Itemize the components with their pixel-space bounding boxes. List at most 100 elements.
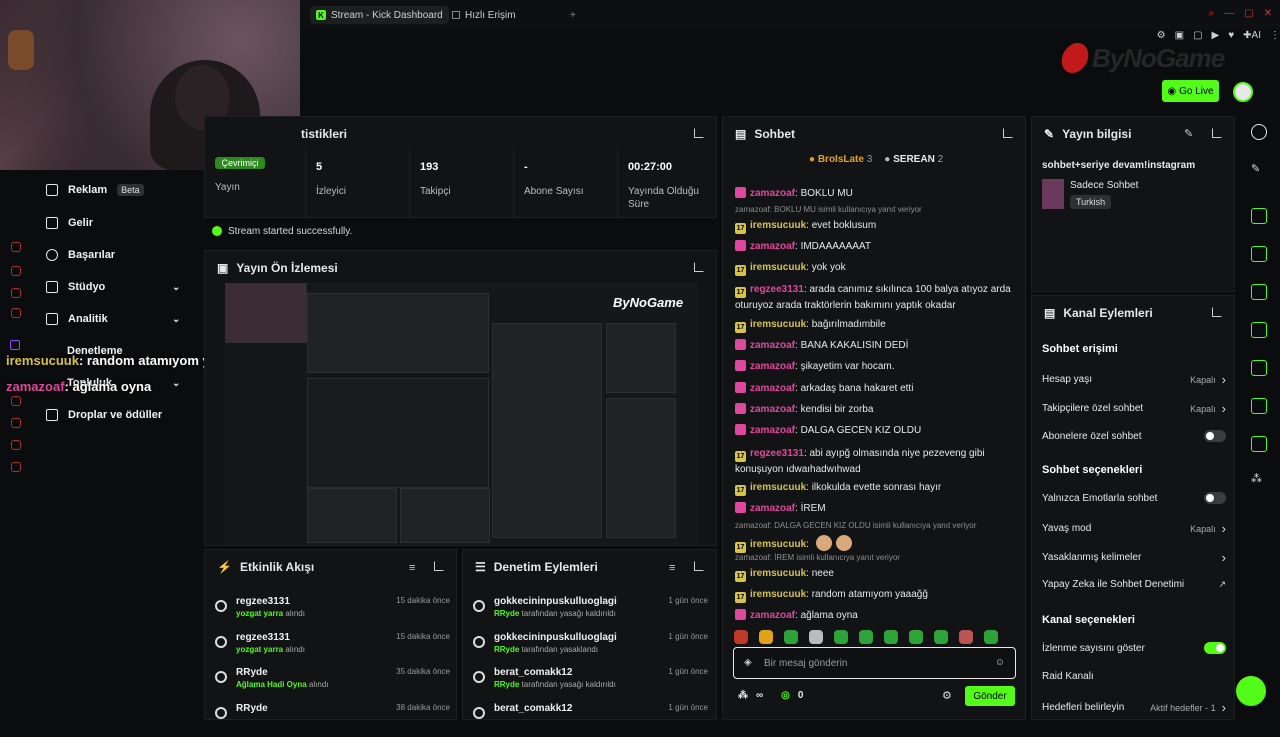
send-button[interactable]: Gönder (965, 686, 1015, 706)
setting-control[interactable]: Kapalı › (1190, 521, 1226, 536)
new-tab-button[interactable]: + (564, 6, 582, 24)
setting-row[interactable]: Yalnızca Emotlarla sohbet (1042, 492, 1226, 504)
pencil-icon[interactable]: ✎ (1251, 162, 1267, 178)
maximize-icon[interactable]: ▢ (1244, 8, 1253, 19)
chat-message[interactable]: zamazoaf: kendisi bir zorba (735, 402, 1020, 417)
search-icon[interactable]: ⌕ (1209, 8, 1215, 19)
popout-icon[interactable] (1212, 128, 1222, 138)
chat-message[interactable]: zamazoaf: şikayetim var hocam. (735, 359, 1020, 374)
avatar[interactable] (1233, 82, 1253, 102)
chat-username[interactable]: zamazoaf (750, 241, 795, 252)
twitch-icon[interactable] (10, 340, 20, 350)
rail-icon-6[interactable] (11, 418, 21, 428)
chat-message[interactable]: 17 iremsucuuk: ilkokulda evette sonrası h… (735, 480, 1020, 496)
popout-icon[interactable] (694, 128, 704, 138)
setting-row[interactable]: Yavaş mod Kapalı › (1042, 521, 1226, 536)
share-icon[interactable]: ⁂ (738, 690, 748, 701)
chat-message[interactable]: 17 iremsucuuk: bağırılmadımbile (735, 317, 1020, 333)
chat-username[interactable]: zamazoaf (750, 361, 795, 372)
emote-icon[interactable] (934, 630, 948, 644)
toggle-switch[interactable] (1204, 642, 1226, 654)
chat-message[interactable]: zamazoaf: arkadaş bana hakaret etti (735, 381, 1020, 396)
rail-icon-2[interactable] (11, 266, 21, 276)
stream-preview-video[interactable]: ByNoGame (225, 283, 698, 545)
filter-icon[interactable]: ≡ (669, 562, 675, 574)
code-icon[interactable] (1251, 360, 1267, 376)
help-chat-button[interactable] (1236, 676, 1266, 706)
emote-icon[interactable] (759, 630, 773, 644)
emote-icon[interactable] (859, 630, 873, 644)
chat-username[interactable]: iremsucuuk (750, 568, 806, 579)
emote-icon[interactable] (784, 630, 798, 644)
video-icon[interactable] (1251, 208, 1267, 224)
chat-message[interactable]: 17 iremsucuuk: neee (735, 566, 1020, 582)
chat-message[interactable]: 17 iremsucuuk: (735, 535, 1020, 553)
popout-icon[interactable] (434, 561, 444, 571)
rail-icon-3[interactable] (11, 288, 21, 298)
rail-icon-8[interactable] (11, 462, 21, 472)
edit-icon[interactable]: ✎ (1184, 127, 1193, 140)
setting-control[interactable] (1204, 430, 1226, 442)
leader-item[interactable]: ● BroIsLate 3 (809, 154, 872, 165)
chat-username[interactable]: zamazoaf (750, 503, 795, 514)
chat-username[interactable]: zamazoaf (750, 340, 795, 351)
setting-row[interactable]: Raid Kanalı (1042, 671, 1226, 682)
chat-username[interactable]: iremsucuuk (750, 589, 806, 600)
popout-icon[interactable] (1212, 307, 1222, 317)
emote-icon[interactable] (734, 630, 748, 644)
setting-control[interactable] (1204, 492, 1226, 504)
chat-username[interactable]: iremsucuuk (750, 319, 806, 330)
setting-control[interactable] (1204, 642, 1226, 654)
chat-settings-icon[interactable]: ⚙ (942, 689, 952, 702)
setting-row[interactable]: İzlenme sayısını göster (1042, 642, 1226, 654)
sidebar-item-studyo[interactable]: Stüdyo ⌄ (46, 281, 196, 293)
chat-username[interactable]: zamazoaf (750, 188, 795, 199)
chat-message[interactable]: 17 regzee3131: arada canımız sıkılınca 10… (735, 282, 1020, 313)
setting-row[interactable]: Yasaklanmış kelimeler › (1042, 550, 1226, 565)
chat-message[interactable]: zamazoaf: ağlama oyna (735, 608, 1020, 623)
tab-stream-dashboard[interactable]: K Stream - Kick Dashboard (310, 6, 449, 24)
emote-icon[interactable] (909, 630, 923, 644)
menu-icon[interactable]: ⋮ (1270, 30, 1280, 41)
wrench-icon[interactable] (1251, 436, 1267, 452)
emote-icon[interactable] (834, 630, 848, 644)
close-icon[interactable]: ✕ (1264, 8, 1272, 19)
emote-icon[interactable] (984, 630, 998, 644)
popout-icon[interactable] (1003, 128, 1013, 138)
sidebar-item-gelir[interactable]: Gelir (46, 217, 93, 229)
list-icon[interactable] (1251, 284, 1267, 300)
chat-message-input[interactable]: ◈ Bir mesaj gönderin ☺ (733, 647, 1016, 679)
infinity-icon[interactable]: ∞ (756, 690, 763, 701)
sidebar-item-analitik[interactable]: Analitik ⌄ (46, 313, 196, 325)
sidebar-item-reklam[interactable]: Reklam Beta (46, 184, 144, 196)
chat-username[interactable]: iremsucuuk (750, 482, 806, 493)
chat-message[interactable]: zamazoaf: DALGA GECEN KIZ OLDU (735, 423, 1020, 438)
setting-control[interactable]: Kapalı › (1190, 372, 1226, 387)
emote-icon[interactable] (884, 630, 898, 644)
toggle-switch[interactable] (1204, 430, 1226, 442)
chat-username[interactable]: zamazoaf (750, 383, 795, 394)
setting-control[interactable]: › (1222, 550, 1226, 565)
bolt-icon[interactable] (1251, 246, 1267, 262)
setting-row[interactable]: Hesap yaşı Kapalı › (1042, 372, 1226, 387)
stack-icon[interactable] (1251, 398, 1267, 414)
chat-username[interactable]: iremsucuuk (750, 220, 806, 231)
category-name[interactable]: Sadece Sohbet (1070, 180, 1138, 191)
chat-username[interactable]: zamazoaf (750, 610, 795, 621)
chat-username[interactable]: zamazoaf (750, 425, 795, 436)
sidebar-item-droplar[interactable]: Droplar ve ödüller (46, 409, 162, 421)
chat-message[interactable]: 17 iremsucuuk: evet boklusum (735, 218, 1020, 234)
setting-row[interactable]: Hedefleri belirleyin Aktif hedefler - 1 › (1042, 700, 1226, 715)
filter-icon[interactable]: ≡ (409, 562, 415, 574)
chat-message[interactable]: zamazoaf: IMDAAAAAAAT (735, 239, 1020, 254)
emote-icon[interactable] (959, 630, 973, 644)
rail-icon-4[interactable] (11, 308, 21, 318)
chat-username[interactable]: regzee3131 (750, 284, 804, 295)
chat-message[interactable]: zamazoaf: İREM (735, 501, 1020, 516)
chat-icon[interactable] (1251, 322, 1267, 338)
chat-message[interactable]: zamazoaf: BOKLU MU (735, 186, 1020, 201)
tab-quick-access[interactable]: Hızlı Erişim (446, 6, 522, 24)
leader-item[interactable]: ● SEREAN 2 (884, 154, 943, 165)
chat-username[interactable]: iremsucuuk (750, 539, 806, 550)
setting-row[interactable]: Abonelere özel sohbet (1042, 430, 1226, 442)
